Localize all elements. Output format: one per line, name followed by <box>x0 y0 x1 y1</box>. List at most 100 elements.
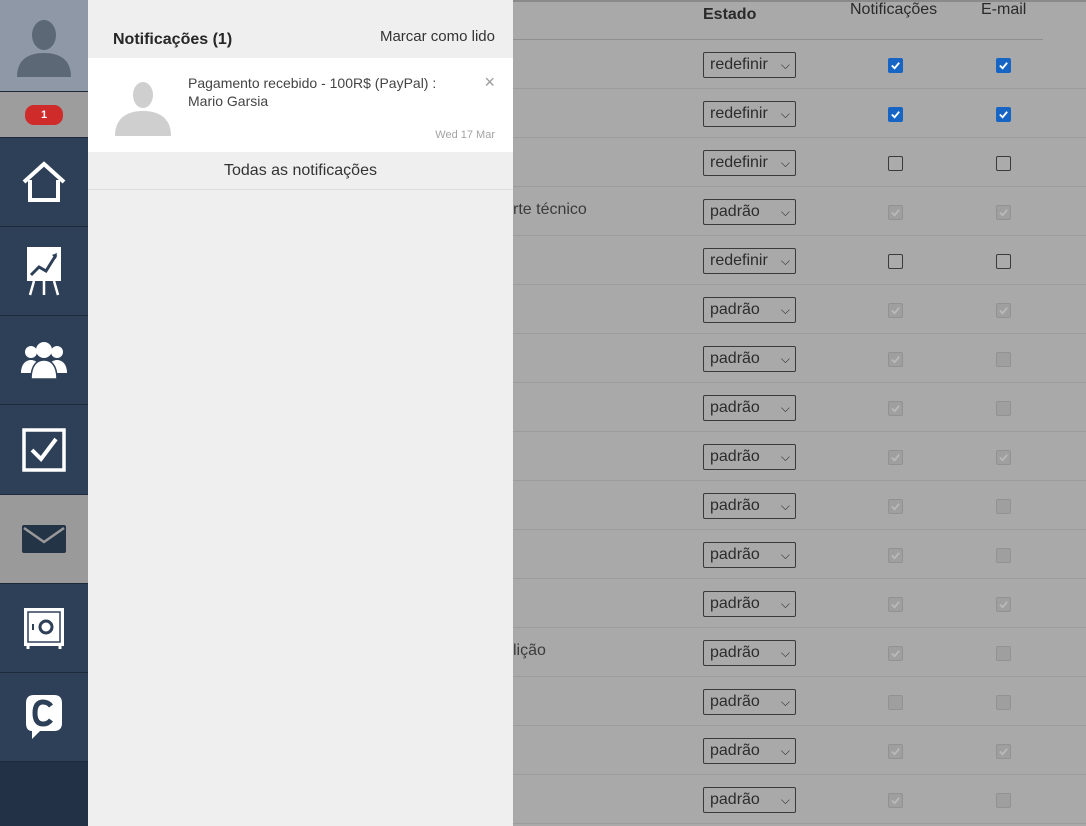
sidebar-item-chat[interactable] <box>0 673 88 762</box>
state-select[interactable]: padrão ⌵ <box>703 199 796 225</box>
notification-checkbox[interactable] <box>888 156 903 171</box>
state-select[interactable]: padrão ⌵ <box>703 444 796 470</box>
state-select-value: padrão <box>710 546 760 563</box>
state-select[interactable]: redefinir ⌵ <box>703 101 796 127</box>
state-select-value: padrão <box>710 399 760 416</box>
header-email: E-mail <box>981 1 1027 18</box>
state-select-value: padrão <box>710 203 760 220</box>
table-row: padrão ⌵ <box>513 285 1086 334</box>
notification-checkbox <box>888 205 903 220</box>
sidebar-item-home[interactable] <box>0 138 88 227</box>
table-row: padrão ⌵ <box>513 530 1086 579</box>
email-checkbox <box>996 597 1011 612</box>
mail-icon <box>22 525 66 553</box>
chevron-down-icon: ⌵ <box>780 499 790 513</box>
table-row: padrão ⌵ <box>513 677 1086 726</box>
chevron-down-icon: ⌵ <box>780 205 790 219</box>
users-icon <box>21 342 67 379</box>
notification-checkbox <box>888 352 903 367</box>
state-select[interactable]: padrão ⌵ <box>703 395 796 421</box>
notification-checkbox <box>888 499 903 514</box>
state-select[interactable]: redefinir ⌵ <box>703 52 796 78</box>
notification-count-badge: 1 <box>25 104 63 125</box>
chart-icon <box>27 247 61 296</box>
chevron-down-icon: ⌵ <box>780 156 790 170</box>
sidebar-item-vault[interactable] <box>0 584 88 673</box>
notification-text: Pagamento recebido - 100R$ (PayPal) : Ma… <box>188 75 437 109</box>
sidebar-item-tasks[interactable] <box>0 405 88 495</box>
notification-checkbox[interactable] <box>888 107 903 122</box>
state-select-value: padrão <box>710 301 760 318</box>
email-checkbox[interactable] <box>996 156 1011 171</box>
safe-icon <box>24 608 64 649</box>
state-select[interactable]: padrão ⌵ <box>703 738 796 764</box>
notification-checkbox <box>888 401 903 416</box>
email-checkbox <box>996 401 1011 416</box>
chat-c-icon <box>26 695 62 739</box>
email-checkbox <box>996 303 1011 318</box>
state-select[interactable]: padrão ⌵ <box>703 493 796 519</box>
notification-checkbox <box>888 646 903 661</box>
table-row: redefinir ⌵ <box>513 89 1086 138</box>
state-select-value: redefinir <box>710 105 768 122</box>
state-select[interactable]: padrão ⌵ <box>703 787 796 813</box>
chevron-down-icon: ⌵ <box>780 793 790 807</box>
sidebar: 1 <box>0 0 88 826</box>
state-select[interactable]: padrão ⌵ <box>703 689 796 715</box>
chevron-down-icon: ⌵ <box>780 548 790 562</box>
notification-checkbox <box>888 597 903 612</box>
table-row: redefinir ⌵ <box>513 138 1086 187</box>
state-select-value: padrão <box>710 742 760 759</box>
state-select-value: padrão <box>710 791 760 808</box>
notification-item[interactable]: Pagamento recebido - 100R$ (PayPal) : Ma… <box>88 58 513 152</box>
mark-as-read-link[interactable]: Marcar como lido <box>380 28 495 45</box>
state-select[interactable]: padrão ⌵ <box>703 640 796 666</box>
state-select[interactable]: redefinir ⌵ <box>703 248 796 274</box>
header-notifications: Notificações <box>850 1 938 18</box>
email-checkbox <box>996 646 1011 661</box>
state-select[interactable]: padrão ⌵ <box>703 542 796 568</box>
email-checkbox[interactable] <box>996 58 1011 73</box>
header-state: Estado <box>703 6 757 23</box>
state-select[interactable]: padrão ⌵ <box>703 346 796 372</box>
all-notifications-link[interactable]: Todas as notificações <box>88 152 513 190</box>
close-icon[interactable]: × <box>484 72 495 93</box>
table-row: padrão ⌵ <box>513 481 1086 530</box>
state-select[interactable]: padrão ⌵ <box>703 591 796 617</box>
email-checkbox <box>996 205 1011 220</box>
home-icon <box>22 161 66 202</box>
email-checkbox[interactable] <box>996 107 1011 122</box>
chevron-down-icon: ⌵ <box>780 450 790 464</box>
chevron-down-icon: ⌵ <box>780 107 790 121</box>
user-avatar[interactable] <box>0 0 88 92</box>
table-row: padrão ⌵ <box>513 726 1086 775</box>
sidebar-item-statistics[interactable] <box>0 227 88 316</box>
checkbox-icon <box>22 427 66 472</box>
email-checkbox <box>996 499 1011 514</box>
sidebar-footer <box>0 762 88 826</box>
notification-checkbox <box>888 793 903 808</box>
table-row: redefinir ⌵ <box>513 236 1086 285</box>
notification-badge-row[interactable]: 1 <box>0 92 88 138</box>
user-silhouette-icon <box>17 19 71 77</box>
email-checkbox <box>996 744 1011 759</box>
table-row: lição padrão ⌵ <box>513 628 1086 677</box>
state-select[interactable]: padrão ⌵ <box>703 297 796 323</box>
email-checkbox <box>996 548 1011 563</box>
sidebar-item-users[interactable] <box>0 316 88 405</box>
sidebar-item-messages[interactable] <box>0 495 88 584</box>
chevron-down-icon: ⌵ <box>780 58 790 72</box>
state-select-value: redefinir <box>710 56 768 73</box>
chevron-down-icon: ⌵ <box>780 254 790 268</box>
email-checkbox[interactable] <box>996 254 1011 269</box>
chevron-down-icon: ⌵ <box>780 597 790 611</box>
chevron-down-icon: ⌵ <box>780 303 790 317</box>
notification-checkbox[interactable] <box>888 254 903 269</box>
row-label: lição <box>513 642 546 659</box>
state-select-value: padrão <box>710 350 760 367</box>
notification-checkbox[interactable] <box>888 58 903 73</box>
panel-title: Notificações (1) <box>113 31 233 48</box>
state-select[interactable]: redefinir ⌵ <box>703 150 796 176</box>
row-label: rte técnico <box>513 201 587 218</box>
state-select-value: padrão <box>710 693 760 710</box>
